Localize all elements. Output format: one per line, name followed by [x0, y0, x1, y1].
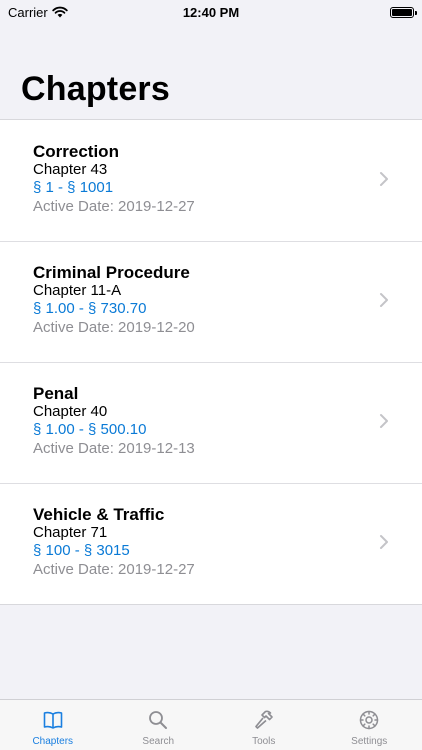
chapter-title: Correction: [33, 142, 119, 161]
active-date: Active Date: 2019-12-20: [33, 319, 195, 336]
magnifier-icon: [149, 711, 168, 729]
chapter-number: Chapter 11-A: [33, 282, 122, 299]
chevron-right-icon: [380, 172, 388, 186]
chapter-row-criminal-procedure[interactable]: Criminal Procedure Chapter 11-A § 1.00 -…: [0, 241, 422, 362]
section-range: § 1.00 - § 730.70: [33, 300, 147, 317]
chapter-title: Penal: [33, 384, 79, 403]
section-range: § 1 - § 1001: [33, 179, 114, 196]
tab-bar: Chapters Search Tools Settings: [0, 699, 422, 750]
tab-settings[interactable]: Settings: [317, 700, 422, 750]
status-left: Carrier: [8, 5, 68, 20]
chapter-number: Chapter 43: [33, 161, 108, 178]
chevron-right-icon: [380, 414, 388, 428]
chapter-number: Chapter 71: [33, 524, 108, 541]
chapter-title: Vehicle & Traffic: [33, 505, 165, 524]
tab-label: Tools: [252, 736, 276, 747]
wifi-icon: [52, 6, 68, 18]
tab-search[interactable]: Search: [106, 700, 212, 750]
chapter-number: Chapter 40: [33, 403, 108, 420]
chapter-row-vehicle-traffic[interactable]: Vehicle & Traffic Chapter 71 § 100 - § 3…: [0, 483, 422, 604]
tab-label: Chapters: [32, 736, 74, 747]
active-date: Active Date: 2019-12-27: [33, 198, 195, 215]
section-range: § 100 - § 3015: [33, 542, 130, 559]
hammer-icon: [254, 710, 273, 729]
book-icon: [43, 711, 63, 729]
chapter-row-correction[interactable]: Correction Chapter 43 § 1 - § 1001 Activ…: [0, 120, 422, 241]
tab-chapters[interactable]: Chapters: [0, 700, 106, 750]
tab-tools[interactable]: Tools: [211, 700, 317, 750]
chapter-title: Criminal Procedure: [33, 263, 190, 282]
page-title: Chapters: [21, 70, 170, 108]
gear-icon: [360, 710, 379, 730]
chevron-right-icon: [380, 293, 388, 307]
battery-icon: [390, 6, 417, 18]
section-range: § 1.00 - § 500.10: [33, 421, 147, 438]
chapter-row-penal[interactable]: Penal Chapter 40 § 1.00 - § 500.10 Activ…: [0, 362, 422, 483]
status-bar: Carrier 12:40 PM: [0, 0, 422, 24]
carrier-label: Carrier: [8, 4, 48, 20]
battery-fill: [392, 8, 412, 16]
active-date: Active Date: 2019-12-27: [33, 561, 195, 578]
tab-label: Search: [142, 736, 175, 747]
active-date: Active Date: 2019-12-13: [33, 440, 195, 457]
chevron-right-icon: [380, 535, 388, 549]
chapters-list: Correction Chapter 43 § 1 - § 1001 Activ…: [0, 119, 422, 605]
tab-label: Settings: [351, 736, 388, 747]
